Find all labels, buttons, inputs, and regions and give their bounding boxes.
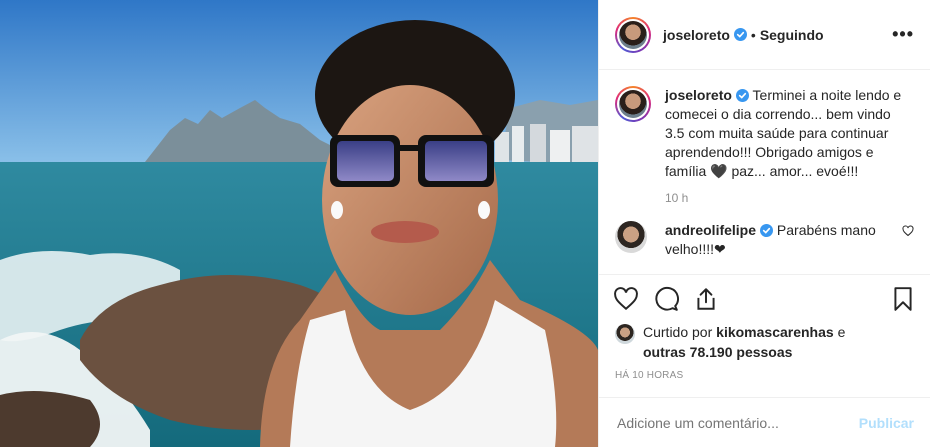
verified-badge-icon: [733, 28, 747, 41]
publish-button[interactable]: Publicar: [859, 415, 914, 431]
caption: joseloreto Terminei a noite lendo e come…: [615, 86, 914, 181]
add-comment-bar: Publicar: [599, 397, 930, 447]
post-actions: [599, 274, 930, 322]
commenter-avatar[interactable]: [615, 221, 647, 253]
verified-badge-icon: [760, 224, 774, 237]
commenter-username[interactable]: andreolifelipe: [665, 222, 756, 238]
more-options-icon[interactable]: •••: [892, 24, 914, 45]
caption-time[interactable]: 10 h: [665, 191, 914, 205]
author-avatar-image: [619, 20, 647, 49]
caption-username[interactable]: joseloreto: [665, 87, 732, 103]
author-username[interactable]: joseloreto: [663, 27, 730, 43]
post-header: joseloreto • Seguindo •••: [599, 0, 930, 70]
author-avatar[interactable]: [615, 16, 651, 53]
comment-input[interactable]: [615, 413, 859, 432]
comments-section: joseloreto Terminei a noite lendo e come…: [599, 70, 930, 274]
caption-avatar[interactable]: [615, 86, 651, 122]
likes-summary: Curtido por kikomascarenhas e outras 78.…: [599, 322, 930, 362]
following-button[interactable]: Seguindo: [760, 27, 824, 43]
selfie-image: [0, 0, 598, 447]
post-side-panel: joseloreto • Seguindo ••• joseloreto Ter…: [598, 0, 930, 447]
small-heart-icon[interactable]: [902, 225, 914, 237]
liker-avatar[interactable]: [615, 324, 635, 344]
comment-icon[interactable]: [653, 286, 679, 312]
bookmark-icon[interactable]: [890, 286, 916, 312]
heart-icon[interactable]: [613, 286, 639, 312]
header-separator: •: [750, 26, 756, 43]
likes-prefix: Curtido por: [643, 324, 713, 340]
verified-badge-icon: [735, 89, 749, 102]
comment-item: andreolifelipe Parabéns mano velho!!!!❤: [615, 221, 914, 259]
share-icon[interactable]: [693, 286, 719, 312]
liker-username[interactable]: kikomascarenhas: [716, 324, 834, 340]
likes-others[interactable]: outras 78.190 pessoas: [643, 344, 792, 360]
post-photo[interactable]: [0, 0, 598, 447]
likes-and: e: [837, 324, 846, 340]
instagram-post: joseloreto • Seguindo ••• joseloreto Ter…: [0, 0, 930, 447]
post-timestamp[interactable]: HÁ 10 HORAS: [599, 362, 930, 381]
